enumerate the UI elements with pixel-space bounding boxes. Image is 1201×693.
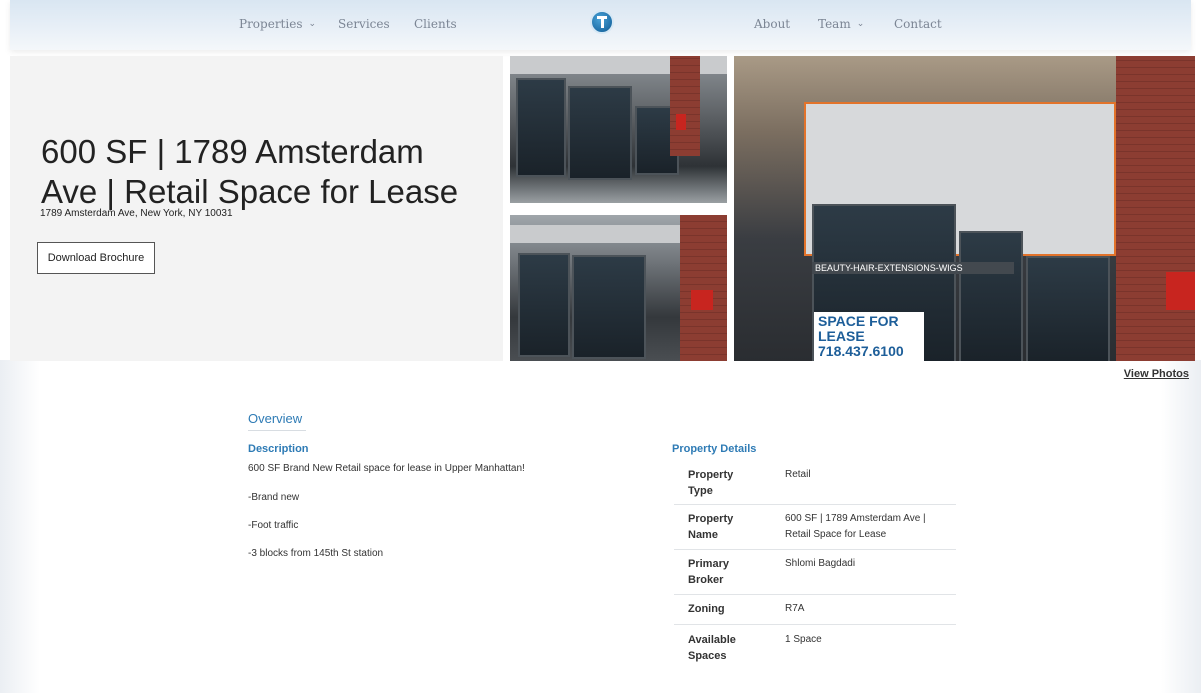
property-type-label: Property Type	[688, 469, 734, 497]
description-heading: Description	[248, 443, 309, 455]
hero-panel: 600 SF | 1789 Amsterdam Ave | Retail Spa…	[10, 56, 503, 361]
property-address: 1789 Amsterdam Ave, New York, NY 10031	[40, 208, 233, 219]
chevron-down-icon: ⌄	[308, 19, 317, 29]
divider	[248, 430, 306, 431]
property-type-value: Retail	[785, 469, 811, 480]
description-line: 600 SF Brand New Retail space for lease …	[248, 463, 525, 474]
description-line: -3 blocks from 145th St station	[248, 548, 384, 559]
awning	[510, 225, 680, 243]
table-row: Available Spaces 1 Space	[674, 625, 956, 667]
nav-item-properties[interactable]: Properties ⌄	[239, 17, 316, 31]
lease-sign-text: SPACE FOR LEASE 718.437.6100	[818, 313, 904, 359]
nav-item-team[interactable]: Team ⌄	[818, 17, 864, 31]
property-name-label: Property Name	[688, 513, 734, 541]
storefront-photo-2[interactable]	[510, 215, 727, 361]
door	[959, 231, 1023, 361]
zoning-value: R7A	[785, 603, 805, 614]
nav-item-label: Services	[338, 17, 390, 31]
description-line: -Brand new	[248, 492, 300, 503]
brick-wall	[680, 215, 727, 361]
view-photos-link[interactable]: View Photos	[1124, 368, 1189, 380]
lease-sign: SPACE FOR LEASE 718.437.6100	[814, 312, 924, 361]
property-details-table: Property Type Retail Property Name 600 S…	[674, 460, 956, 667]
available-spaces-label: Available Spaces	[688, 634, 736, 662]
download-brochure-button[interactable]: Download Brochure	[37, 242, 155, 274]
primary-broker-value: Shlomi Bagdadi	[785, 558, 856, 569]
nav-item-label: Contact	[894, 17, 942, 31]
table-row: Primary Broker Shlomi Bagdadi	[674, 550, 956, 595]
property-details-heading: Property Details	[672, 443, 757, 455]
window	[516, 78, 566, 177]
nav-item-clients[interactable]: Clients	[414, 17, 457, 31]
map-pin-t-logo-icon[interactable]	[590, 10, 614, 34]
brick-wall	[1116, 56, 1195, 361]
nav-item-label: Team	[818, 17, 851, 31]
window	[572, 255, 646, 359]
background-texture-right	[1161, 360, 1201, 693]
primary-broker-label: Primary Broker	[688, 558, 729, 586]
beauty-sign: BEAUTY-HAIR-EXTENSIONS-WIGS	[812, 262, 1014, 274]
description-line: -Foot traffic	[248, 520, 299, 531]
red-sign	[676, 114, 686, 130]
window	[568, 86, 632, 180]
nav-item-label: About	[754, 17, 791, 31]
storefront-photo-main[interactable]: SPACE FOR LEASE 718.437.6100 BEAUTY-HAIR…	[734, 56, 1195, 361]
top-navigation: Properties ⌄ Services Clients About Team…	[10, 0, 1191, 50]
available-spaces-value: 1 Space	[785, 634, 822, 645]
background-texture-left	[0, 360, 40, 693]
brick-wall	[670, 56, 700, 156]
nav-item-services[interactable]: Services	[338, 17, 390, 31]
chevron-down-icon: ⌄	[856, 19, 865, 29]
storefront-photo-1[interactable]	[510, 56, 727, 203]
property-name-value: 600 SF | 1789 Amsterdam Ave | Retail Spa…	[785, 513, 926, 540]
table-row: Property Type Retail	[674, 460, 956, 505]
table-row: Zoning R7A	[674, 595, 956, 625]
window	[1026, 256, 1110, 361]
table-row: Property Name 600 SF | 1789 Amsterdam Av…	[674, 505, 956, 550]
overview-title: Overview	[248, 411, 303, 426]
zoning-label: Zoning	[688, 603, 725, 615]
nav-item-contact[interactable]: Contact	[894, 17, 942, 31]
nav-item-label: Clients	[414, 17, 457, 31]
window	[518, 253, 570, 357]
nav-item-label: Properties	[239, 17, 303, 31]
red-sign	[691, 290, 713, 310]
page-title: 600 SF | 1789 Amsterdam Ave | Retail Spa…	[41, 133, 459, 210]
nav-item-about[interactable]: About	[754, 17, 790, 31]
red-sign	[1166, 272, 1195, 310]
